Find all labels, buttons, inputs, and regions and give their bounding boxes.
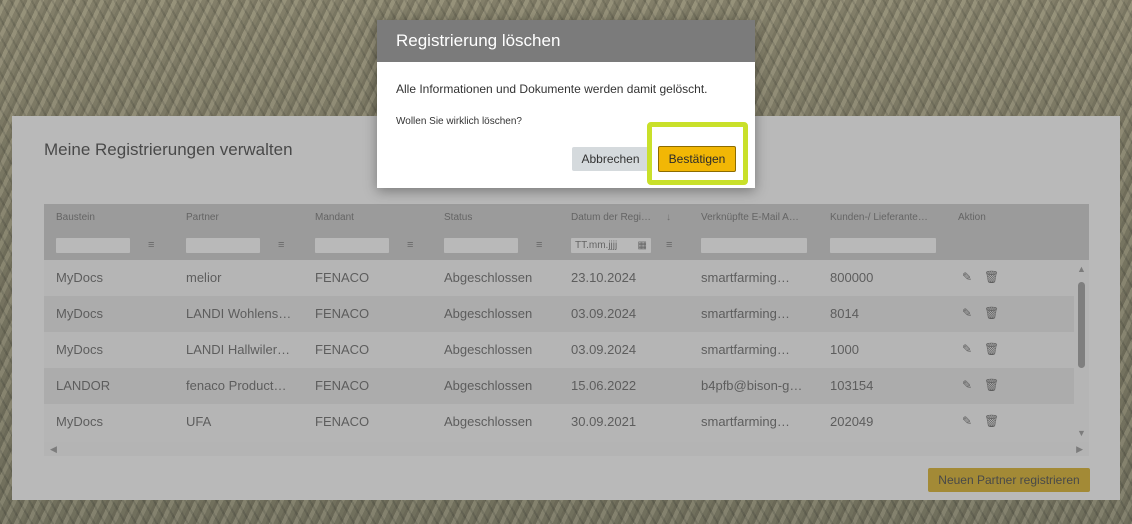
dialog-question: Wollen Sie wirklich löschen? [396, 116, 522, 127]
dialog-message: Alle Informationen und Dokumente werden … [396, 82, 708, 96]
confirm-button[interactable]: Bestätigen [658, 146, 736, 172]
cancel-button[interactable]: Abbrechen [572, 147, 649, 171]
dialog-title: Registrierung löschen [377, 20, 755, 62]
delete-registration-dialog: Registrierung löschen Alle Informationen… [377, 20, 755, 188]
